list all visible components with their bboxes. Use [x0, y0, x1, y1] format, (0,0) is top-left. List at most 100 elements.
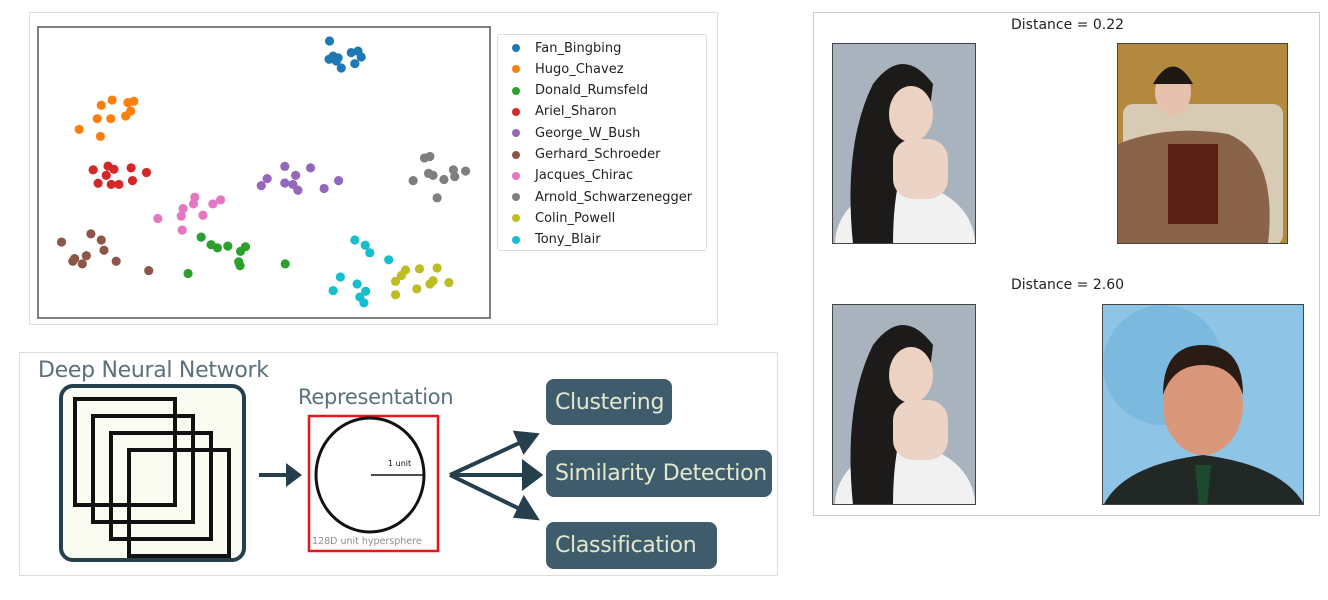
- point-tony-blair: [359, 298, 369, 308]
- point-ariel-sharon: [127, 176, 138, 186]
- legend-label: Gerhard_Schroeder: [535, 147, 661, 162]
- point-gerhard-schroeder: [77, 259, 87, 269]
- point-donald-rumsfeld: [183, 268, 193, 279]
- legend-marker: [512, 65, 520, 74]
- legend-label: Colin_Powell: [535, 210, 616, 226]
- legend-marker: [512, 235, 520, 244]
- point-hugo-chavez: [106, 114, 116, 124]
- point-tony-blair: [350, 235, 360, 245]
- legend-marker: [512, 193, 520, 202]
- point-arnold-schwarzenegger: [432, 193, 442, 203]
- legend-label: Arnold_Schwarzenegger: [535, 189, 693, 205]
- legend-item: Tony_Blair: [498, 230, 601, 250]
- point-arnold-schwarzenegger: [425, 151, 435, 162]
- point-colin-powell: [444, 277, 454, 288]
- pipeline-diagram: Deep Neural Network Representation 1 uni…: [19, 352, 778, 576]
- point-george-w-bush: [333, 176, 344, 186]
- point-jacques-chirac: [190, 192, 200, 202]
- point-gerhard-schroeder: [144, 265, 154, 276]
- point-tony-blair: [365, 248, 375, 258]
- point-ariel-sharon: [114, 179, 124, 190]
- point-george-w-bush: [262, 174, 272, 184]
- point-donald-rumsfeld: [240, 242, 251, 252]
- clustering-box: Clustering: [546, 379, 672, 425]
- point-gerhard-schroeder: [99, 245, 109, 255]
- face-photo-fan-bingbing-1: [832, 43, 976, 244]
- point-gerhard-schroeder: [68, 256, 78, 266]
- point-colin-powell: [425, 279, 435, 289]
- point-colin-powell: [414, 264, 425, 274]
- point-fan-bingbing: [331, 56, 341, 66]
- point-arnold-schwarzenegger: [428, 170, 438, 181]
- point-george-w-bush: [293, 185, 303, 195]
- arrow-right-icon: [259, 463, 302, 487]
- legend-item: Fan_Bingbing: [498, 38, 621, 58]
- point-colin-powell: [390, 276, 401, 286]
- point-gerhard-schroeder: [111, 256, 121, 266]
- point-arnold-schwarzenegger: [460, 166, 471, 176]
- point-tony-blair: [328, 286, 338, 296]
- point-arnold-schwarzenegger: [408, 176, 418, 186]
- point-george-w-bush: [280, 178, 290, 188]
- point-donald-rumsfeld: [212, 243, 223, 253]
- point-colin-powell: [412, 284, 422, 294]
- point-ariel-sharon: [88, 165, 98, 175]
- point-ariel-sharon: [101, 170, 111, 181]
- classification-box: Classification: [546, 522, 717, 569]
- legend-marker: [512, 129, 520, 138]
- point-donald-rumsfeld: [223, 241, 233, 251]
- unit-label: 1 unit: [388, 459, 412, 468]
- distance-label-2: Distance = 2.60: [1010, 277, 1125, 293]
- tsne-scatter-panel: Fan_Bingbing Hugo_Chavez Donald_Rumsfeld Ar…: [29, 12, 718, 325]
- network-box: [59, 384, 246, 562]
- point-donald-rumsfeld: [280, 259, 290, 269]
- point-jacques-chirac: [216, 195, 226, 205]
- point-donald-rumsfeld: [196, 232, 206, 242]
- point-george-w-bush: [256, 180, 266, 191]
- legend-label: Fan_Bingbing: [535, 40, 622, 56]
- point-gerhard-schroeder: [96, 235, 106, 245]
- legend-label: Hugo_Chavez: [535, 61, 624, 77]
- hypersphere-label: 128D unit hypersphere: [312, 536, 422, 547]
- legend-label: George_W_Bush: [535, 125, 641, 141]
- representation-title: Representation: [298, 385, 454, 409]
- point-hugo-chavez: [107, 95, 117, 105]
- point-hugo-chavez: [95, 131, 105, 142]
- point-colin-powell: [432, 263, 442, 273]
- point-ariel-sharon: [109, 164, 119, 174]
- legend-label: Donald_Rumsfeld: [535, 83, 649, 99]
- point-tony-blair: [352, 279, 362, 289]
- legend-marker: [512, 150, 520, 159]
- point-jacques-chirac: [177, 225, 187, 235]
- legend-item: Donald_Rumsfeld: [498, 81, 648, 101]
- legend-label: Jacques_Chirac: [535, 168, 634, 184]
- legend-marker: [512, 107, 520, 116]
- legend-label: Tony_Blair: [535, 232, 601, 248]
- point-hugo-chavez: [92, 114, 102, 124]
- legend-item: Hugo_Chavez: [498, 59, 624, 79]
- legend: Fan_Bingbing Hugo_Chavez Donald_Rumsfeld Ar…: [497, 34, 707, 251]
- legend-item: Jacques_Chirac: [498, 166, 633, 186]
- point-hugo-chavez: [129, 96, 139, 106]
- legend-item: George_W_Bush: [498, 123, 640, 143]
- point-arnold-schwarzenegger: [450, 171, 460, 182]
- legend-item: Gerhard_Schroeder: [498, 145, 661, 165]
- legend-marker: [512, 214, 520, 223]
- point-ariel-sharon: [126, 163, 136, 173]
- point-george-w-bush: [319, 183, 329, 194]
- point-gerhard-schroeder: [86, 229, 96, 239]
- point-hugo-chavez: [74, 124, 84, 135]
- branch-arrows-icon: [449, 430, 544, 521]
- face-photo-fan-bingbing-3: [832, 304, 976, 505]
- point-hugo-chavez: [96, 100, 106, 110]
- face-distance-panel: Distance = 0.22 Distance = 2.60: [813, 12, 1320, 516]
- point-hugo-chavez: [121, 111, 131, 121]
- point-tony-blair: [384, 255, 394, 265]
- point-jacques-chirac: [178, 203, 188, 214]
- legend-marker: [512, 86, 520, 95]
- point-gerhard-schroeder: [56, 237, 67, 247]
- point-fan-bingbing: [356, 52, 366, 62]
- point-gerhard-schroeder: [81, 251, 91, 261]
- point-arnold-schwarzenegger: [439, 174, 449, 185]
- point-colin-powell: [390, 290, 401, 300]
